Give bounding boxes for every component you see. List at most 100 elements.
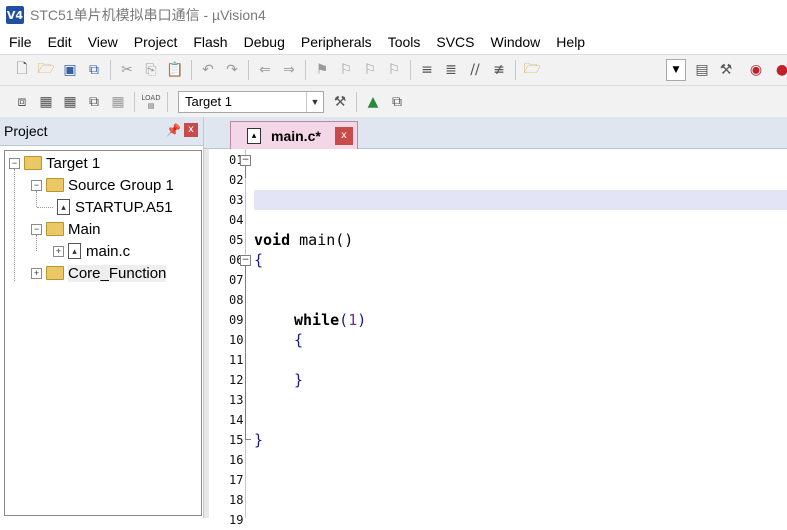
line-number: 15 (229, 433, 244, 447)
toolbar-separator (167, 91, 168, 112)
build-toolbar: ⧈ ▦ ▦ ⧉ ▦ LOAD ▤ Target 1 ▼ ⚒ ▲ ⧉ (0, 85, 787, 117)
build-icon[interactable]: ▦ (36, 92, 56, 112)
nav-back-icon[interactable]: ⇐ (255, 60, 275, 80)
cut-icon[interactable]: ✂ (117, 60, 137, 80)
toolbar-separator (515, 60, 516, 80)
unindent-icon[interactable]: ≣ (441, 60, 461, 80)
line-number: 12 (229, 373, 244, 387)
menu-file[interactable]: File (0, 30, 39, 54)
comment-icon[interactable]: // (465, 60, 485, 80)
open-folder-icon[interactable]: 🗁 (36, 60, 56, 80)
tree-item-core-function[interactable]: + Core_Function (31, 263, 167, 283)
breakpoint-icon[interactable]: ● (772, 60, 787, 80)
menu-window[interactable]: Window (482, 30, 548, 54)
brace-close: } (254, 431, 264, 449)
tree-item-label: main.c (86, 242, 131, 260)
new-file-icon[interactable]: 🗋 (12, 60, 32, 80)
uncomment-icon[interactable]: ≢ (489, 60, 509, 80)
menu-debug[interactable]: Debug (235, 30, 292, 54)
incremental-find-icon[interactable]: ▤ (692, 60, 712, 80)
close-tab-icon[interactable]: x (335, 127, 353, 145)
menu-peripherals[interactable]: Peripherals (292, 30, 379, 54)
bookmark-prev-icon[interactable]: ⚐ (336, 60, 356, 80)
inner-brace-open: { (294, 331, 304, 349)
line-number: 03 (229, 193, 244, 207)
target-select[interactable]: Target 1 ▼ (178, 90, 324, 113)
redo-icon[interactable]: ↷ (222, 60, 242, 80)
tab-label: main.c* (271, 127, 321, 144)
menu-project[interactable]: Project (125, 30, 185, 54)
tree-item-label: Target 1 (46, 154, 101, 172)
fold-collapse-icon[interactable]: − (240, 155, 251, 166)
collapse-icon[interactable]: − (31, 179, 42, 191)
file-extensions-icon[interactable]: ⧉ (387, 92, 407, 112)
configure-icon[interactable]: ⚒ (716, 60, 736, 80)
project-panel-title: Project (4, 123, 48, 139)
fold-collapse-icon[interactable]: − (240, 255, 251, 266)
project-panel: Project 📌 x − Target 1 − Source Group 1 … (0, 117, 204, 518)
menu-edit[interactable]: Edit (39, 30, 79, 54)
project-tree: − Target 1 − Source Group 1 ▴ STARTUP.A5… (4, 150, 202, 516)
chevron-down-icon[interactable]: ▼ (306, 91, 323, 112)
menu-help[interactable]: Help (547, 30, 592, 54)
undo-icon[interactable]: ↶ (198, 60, 218, 80)
find-combo-dropdown[interactable]: ▼ (666, 59, 686, 81)
paste-icon[interactable]: 📋 (165, 60, 185, 80)
find-in-files-icon[interactable]: 🗁 (522, 60, 542, 80)
target-select-value: Target 1 (185, 94, 232, 109)
menu-tools[interactable]: Tools (379, 30, 428, 54)
folder-icon (46, 222, 64, 236)
parens: () (335, 231, 354, 249)
toolbar-separator (410, 60, 411, 80)
target-options-icon[interactable]: ⚒ (330, 92, 350, 112)
pin-icon[interactable]: 📌 (166, 123, 181, 137)
collapse-icon[interactable]: − (31, 223, 42, 235)
tree-item-label: STARTUP.A51 (75, 198, 173, 216)
code-line-main-decl: void main() (254, 230, 787, 250)
line-number-gutter: 01 02 03 04 05 06 07 08 09 10 11 12 13 1… (213, 149, 246, 527)
bookmark-clear-icon[interactable]: ⚐ (384, 60, 404, 80)
line-number: 10 (229, 333, 244, 347)
translate-icon[interactable]: ⧈ (12, 92, 32, 112)
expand-icon[interactable]: + (53, 245, 64, 257)
debug-icon[interactable]: ◉ (746, 60, 766, 80)
collapse-icon[interactable]: − (9, 157, 20, 169)
fold-end (245, 439, 251, 440)
close-icon[interactable]: x (184, 123, 198, 137)
indent-icon[interactable]: ≡ (417, 60, 437, 80)
file-toolbar: 🗋 🗁 ▣ ⧉ ✂ ⎘ 📋 ↶ ↷ ⇐ ⇒ ⚑ ⚐ ⚐ ⚐ ≡ ≣ // ≢ 🗁… (0, 54, 787, 85)
menu-flash[interactable]: Flash (184, 30, 234, 54)
tab-main-c[interactable]: ▴ main.c* x (230, 121, 358, 149)
manage-components-icon[interactable]: ▲ (363, 92, 383, 112)
tree-item-target[interactable]: − Target 1 (9, 153, 100, 173)
line-number: 08 (229, 293, 244, 307)
paren-close: ) (357, 311, 367, 329)
load-icon[interactable]: LOAD ▤ (141, 92, 161, 112)
tree-item-main-group[interactable]: − Main (31, 219, 101, 239)
tree-item-main-c[interactable]: + ▴ main.c (53, 241, 130, 261)
tree-connector (14, 169, 15, 281)
function-name: main (290, 231, 336, 249)
target-folder-icon (24, 156, 42, 170)
code-editor[interactable]: 01 02 03 04 05 06 07 08 09 10 11 12 13 1… (204, 149, 787, 527)
folder-icon (46, 266, 64, 280)
nav-forward-icon[interactable]: ⇒ (279, 60, 299, 80)
batch-build-icon[interactable]: ⧉ (84, 92, 104, 112)
tree-item-label: Source Group 1 (68, 176, 174, 194)
stop-build-icon[interactable]: ▦ (108, 92, 128, 112)
copy-icon[interactable]: ⎘ (141, 60, 161, 80)
tree-item-source-group[interactable]: − Source Group 1 (31, 175, 174, 195)
toolbar-separator (356, 91, 357, 112)
menu-svcs[interactable]: SVCS (427, 30, 481, 54)
rebuild-icon[interactable]: ▦ (60, 92, 80, 112)
expand-icon[interactable]: + (31, 267, 42, 279)
folder-icon (46, 178, 64, 192)
bookmark-next-icon[interactable]: ⚐ (360, 60, 380, 80)
bookmark-icon[interactable]: ⚑ (312, 60, 332, 80)
tree-item-label: Core_Function (68, 264, 167, 282)
line-number: 04 (229, 213, 244, 227)
menu-view[interactable]: View (79, 30, 125, 54)
save-all-icon[interactable]: ⧉ (84, 60, 104, 80)
save-icon[interactable]: ▣ (60, 60, 80, 80)
tree-item-startup-file[interactable]: ▴ STARTUP.A51 (37, 197, 173, 217)
